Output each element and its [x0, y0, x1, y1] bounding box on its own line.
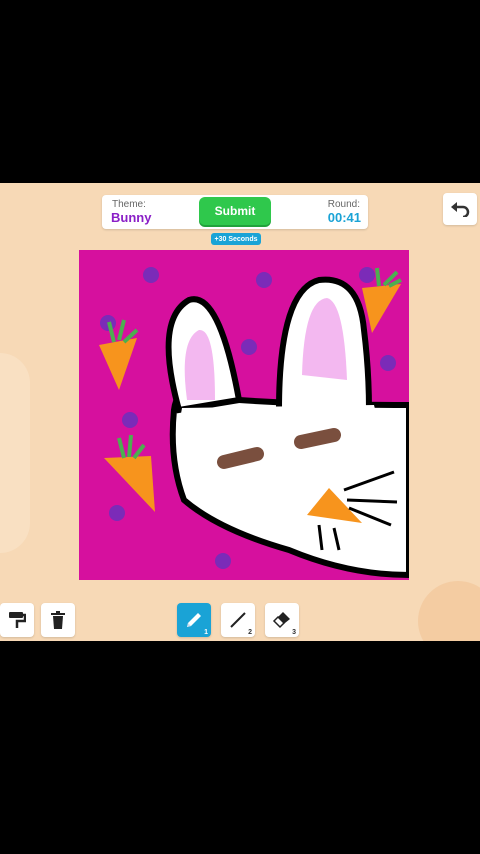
clear-canvas-button[interactable]: [41, 603, 75, 637]
tool-number: 3: [292, 629, 296, 636]
tool-number: 1: [204, 629, 208, 636]
line-tool-button[interactable]: 2: [221, 603, 255, 637]
paint-roller-icon: [9, 612, 26, 628]
trash-icon: [51, 611, 65, 629]
background-decoration: [0, 353, 30, 553]
line-icon: [230, 612, 246, 628]
round-timer: 00:41: [327, 210, 361, 225]
round-info-bar: Theme: Bunny Submit Round: 00:41: [102, 195, 368, 229]
background-decoration: [418, 581, 480, 641]
round-label: Round:: [327, 199, 360, 210]
drawing-canvas[interactable]: [79, 250, 409, 580]
pencil-icon: [187, 613, 201, 627]
game-screen: Theme: Bunny Submit Round: 00:41 +30 Sec…: [0, 183, 480, 641]
eraser-icon: [272, 612, 290, 629]
bonus-time-badge[interactable]: +30 Seconds: [211, 233, 261, 245]
eraser-tool-button[interactable]: 3: [265, 603, 299, 637]
undo-icon: [451, 202, 470, 217]
submit-button[interactable]: Submit: [199, 197, 271, 225]
theme-value: Bunny: [111, 210, 152, 225]
fill-tool-button[interactable]: [0, 603, 34, 637]
theme-label: Theme:: [112, 199, 146, 210]
tool-number: 2: [248, 629, 252, 636]
undo-button[interactable]: [443, 193, 477, 225]
pencil-tool-button[interactable]: 1: [177, 603, 211, 637]
